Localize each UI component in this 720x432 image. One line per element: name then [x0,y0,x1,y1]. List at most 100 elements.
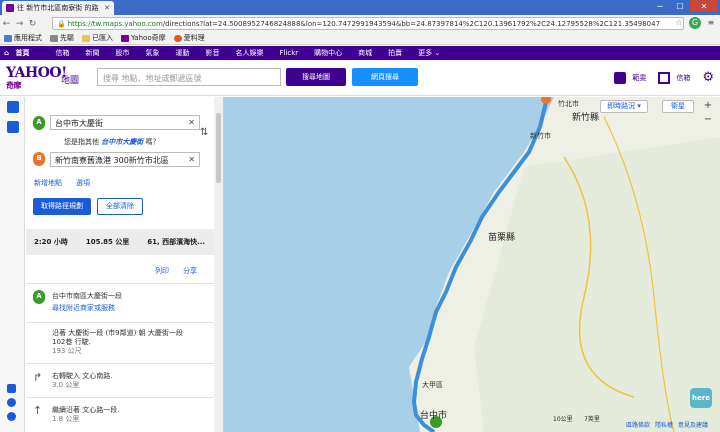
minimize-button[interactable]: ─ [650,0,670,12]
search-web-button[interactable]: 網頁搜尋 [352,68,418,86]
yahoo-icon [121,34,129,42]
tab-title: 往 新竹市北區南寮街 的路 [17,4,99,12]
nearby-link[interactable]: 尋找附近商家或服務 [52,304,122,313]
extension-icon[interactable]: G [689,17,701,29]
terms-link[interactable]: 區路條款 [626,420,650,429]
add-stop-link[interactable]: 新增地點 [34,178,62,188]
scroll-thumb[interactable] [216,113,221,183]
link-icon[interactable] [7,412,16,421]
start-pin-icon: A [33,290,45,304]
clear-to-icon[interactable]: ✕ [188,155,195,164]
nav-video[interactable]: 影音 [205,48,219,58]
clear-from-icon[interactable]: ✕ [188,118,195,127]
url-input[interactable]: 🔒 https://tw.maps.yahoo.com/directions?l… [52,17,684,30]
bookmark-item[interactable]: Yahoo奇摩 [121,33,166,43]
yahoo-favicon-icon [6,4,14,12]
options-link[interactable]: 選項 [76,178,90,188]
cook-icon [173,34,182,42]
summary-time: 2:20 小時 [34,238,68,246]
address-right-icons: ☆ G ≡ [673,17,717,29]
feedback-link[interactable]: 意見及建議 [678,420,708,429]
gear-icon[interactable]: ⚙ [702,70,714,85]
window-controls: ─ ☐ ✕ [650,0,718,12]
get-directions-button[interactable]: 取得路徑規劃 [33,198,91,215]
bookmark-item[interactable]: 先驅 [50,33,74,43]
maximize-button[interactable]: ☐ [670,0,690,12]
nav-mall[interactable]: 商城 [358,48,372,58]
search-input[interactable]: 搜尋 地點、地址或郵遞區號 [97,68,281,86]
search-map-button[interactable]: 搜尋地圖 [286,68,346,86]
nav-weather[interactable]: 氣象 [145,48,159,58]
pin-a-icon: A [33,116,45,130]
start-address: 台中市南區大慶街一段 尋找附近商家或服務 [52,292,122,313]
map-label-miaoli: 苗栗縣 [488,233,516,243]
nav-news[interactable]: 新聞 [85,48,99,58]
pin-b-icon: B [33,152,45,166]
route-summary[interactable]: 2:20 小時 105.85 公里 61, 西部濱海快... [26,229,214,255]
user-icon[interactable] [614,71,627,84]
panel-scrollbar[interactable] [214,97,223,432]
divider [26,322,214,323]
user-label[interactable]: 範雯 [632,73,646,83]
step-2[interactable]: 右轉駛入 文心南路. 3.0 公里 [52,372,112,390]
back-icon[interactable]: ← [0,19,13,29]
directions-icon[interactable] [7,121,19,133]
mail-label[interactable]: 信箱 [676,73,690,83]
from-field[interactable]: 台中市大慶街 ✕ [50,115,200,130]
swap-icon[interactable]: ⇅ [200,127,208,138]
share-icon[interactable] [7,398,16,407]
straight-icon: ↑ [33,404,43,417]
bookmark-apps[interactable]: 應用程式 [4,33,42,43]
nav-stock[interactable]: 股市 [115,48,129,58]
url-secure: https://tw.maps.yahoo.com [67,19,163,28]
divider [26,283,214,284]
lock-icon: 🔒 [57,19,66,28]
map-label-dajia: 大甲區 [422,381,443,389]
bookmark-item[interactable]: 愛料理 [173,33,205,43]
nav-flickr[interactable]: Flickr [279,49,298,57]
mail-icon[interactable] [658,71,671,84]
clear-all-button[interactable]: 全部清除 [97,198,143,215]
browser-tab[interactable]: 往 新竹市北區南寮街 的路 ✕ [2,1,114,15]
zoom-out-button[interactable]: − [702,114,714,126]
yahoo-header: YAHOO! 奇摩 地圖 搜尋 地點、地址或郵遞區號 搜尋地圖 網頁搜尋 範雯 信… [0,60,720,96]
nav-sports[interactable]: 運動 [175,48,189,58]
traffic-button[interactable]: 即時路況 ▾ [600,100,648,113]
bookmark-item[interactable]: 已匯入 [82,33,113,43]
map-footer-links: 區路條款 隱私權 意見及建議 [626,420,708,429]
list-icon[interactable] [7,101,19,113]
nav-shopping[interactable]: 購物中心 [314,48,342,58]
to-field[interactable]: 新竹南寮舊漁港 300新竹市北區 ✕ [50,152,200,167]
nav-more[interactable]: 更多 ⌄ [418,48,440,58]
step-3[interactable]: 繼續沿著 文心路一段. 1.8 公里 [52,406,119,424]
satellite-button[interactable]: 衛星 [662,100,694,113]
address-bar: ← → ↻ 🔒 https://tw.maps.yahoo.com/direct… [0,15,720,32]
map-canvas[interactable]: 新竹縣 苗栗縣 台中市 大甲區 新竹市 竹北市 [224,97,720,432]
nav-home[interactable]: ⌂ 首頁 [4,48,41,58]
close-button[interactable]: ✕ [690,0,718,12]
star-icon[interactable]: ☆ [673,17,685,29]
print-link[interactable]: 列印 [155,266,169,276]
map-label-hsinchu-city: 新竹市 [530,132,551,140]
apps-icon [4,34,12,42]
map-label-zhubei: 竹北市 [558,100,579,108]
left-rail [0,97,25,432]
map-label-taichung: 台中市 [420,411,448,421]
nav-mail[interactable]: 信箱 [55,48,69,58]
nav-auction[interactable]: 拍賣 [388,48,402,58]
forward-icon[interactable]: → [13,19,26,29]
reload-icon[interactable]: ↻ [26,19,39,29]
share-link[interactable]: 分享 [183,266,197,276]
zoom-in-button[interactable]: + [702,100,714,112]
nav-celebrity[interactable]: 名人娛樂 [235,48,263,58]
map-graphic [224,97,720,432]
step-1[interactable]: 沿著 大慶街一段 (市9鄰道) 朝 大慶街一段 102巷 行駛. 193 公尺 [52,329,183,356]
menu-icon[interactable]: ≡ [705,17,717,29]
url-path: /directions?lat=24.5008952746824888&lon=… [162,19,661,28]
print-icon[interactable] [7,384,16,393]
suggestion-link[interactable]: 台中市大慶街 [101,138,143,146]
yahoo-logo[interactable]: YAHOO! 奇摩 [6,66,67,91]
tab-close-icon[interactable]: ✕ [104,4,110,12]
map-label-hsinchu-county: 新竹縣 [572,113,600,123]
privacy-link[interactable]: 隱私權 [655,420,673,429]
